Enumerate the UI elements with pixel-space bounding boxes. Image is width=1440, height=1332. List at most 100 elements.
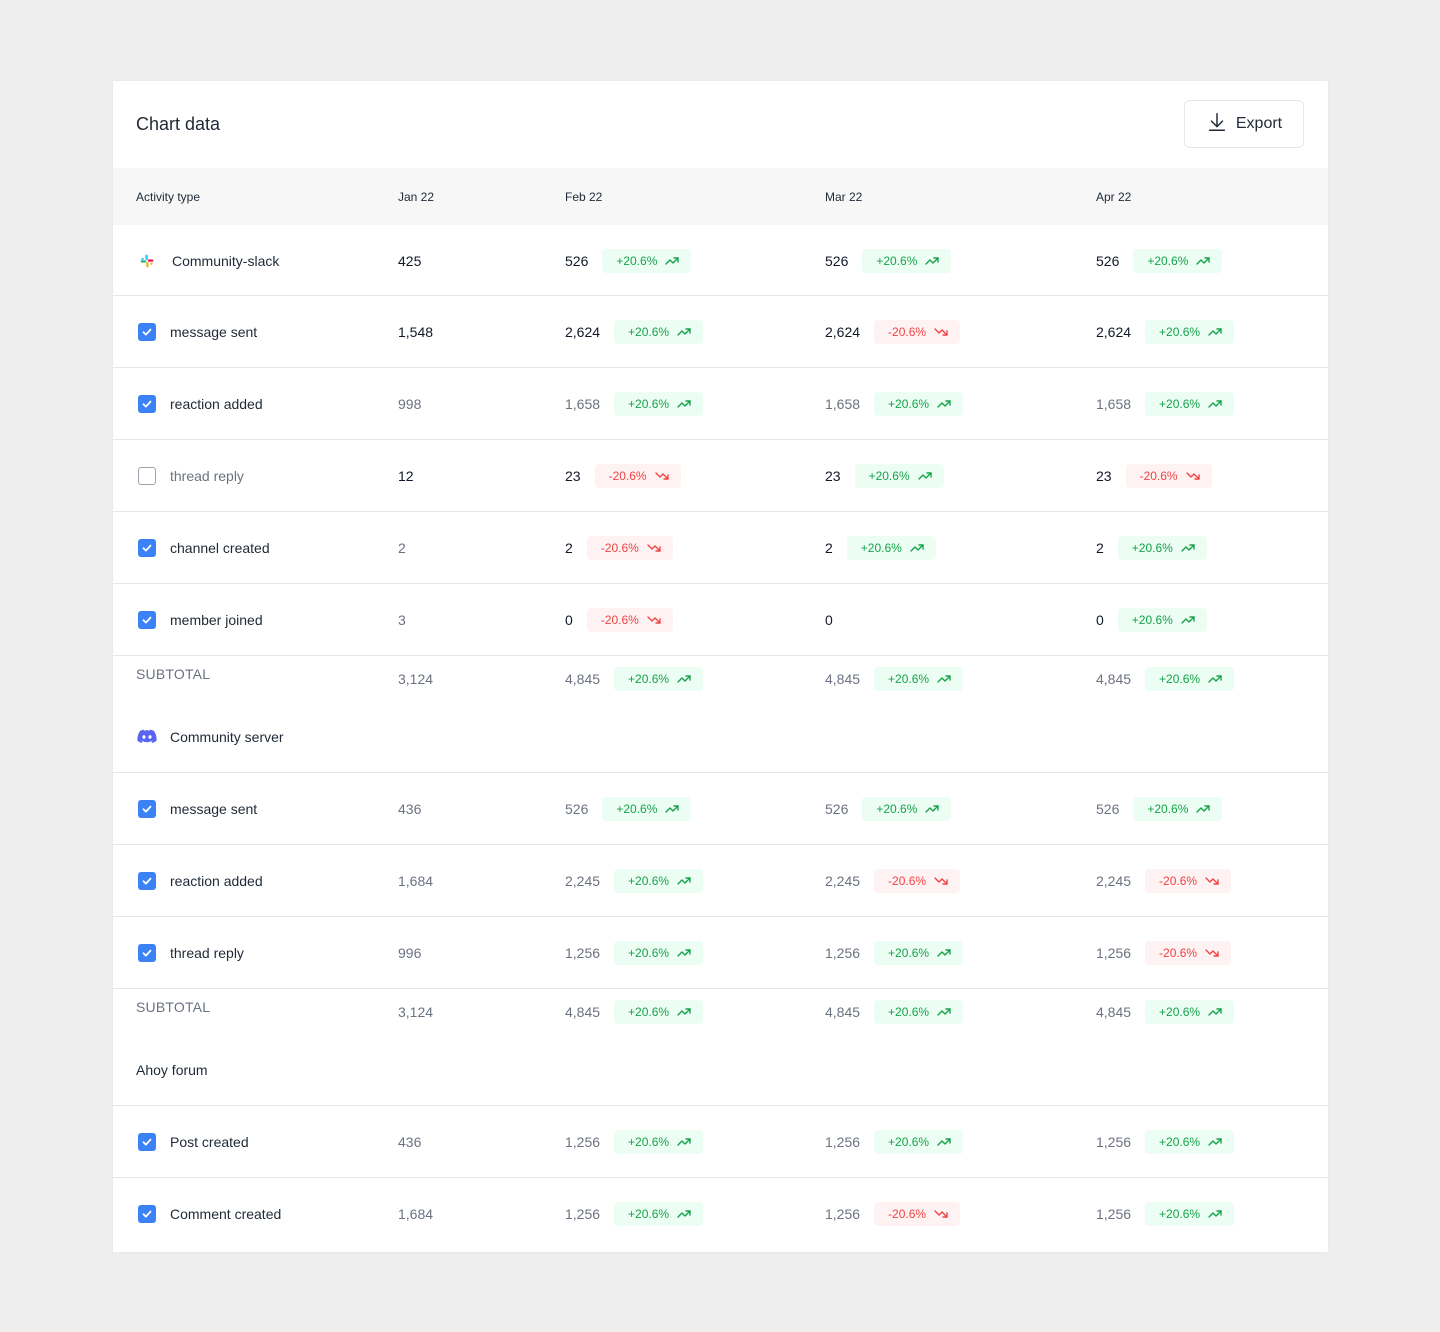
cell-mar: 0: [825, 584, 833, 655]
trend-up-icon: [1181, 543, 1195, 553]
trend-up-icon: [1208, 1007, 1222, 1017]
cell-jan: 1,548: [398, 296, 433, 367]
cell-jan: 2: [398, 512, 406, 583]
checkbox-checked[interactable]: [138, 394, 156, 413]
value-mar: 526: [825, 800, 849, 817]
cell-jan: 1,684: [398, 1178, 433, 1249]
change-value: +20.6%: [888, 672, 930, 686]
trend-up-icon: [1181, 615, 1195, 625]
trend-up-icon: [665, 256, 680, 266]
change-value: +20.6%: [888, 945, 930, 960]
activity-label[interactable]: member joined: [136, 610, 263, 629]
change-badge: +20.6%: [1117, 607, 1207, 632]
activity-label[interactable]: channel created: [136, 538, 270, 557]
trend-up-icon: [937, 399, 951, 409]
value-jan: 1,548: [398, 323, 434, 340]
change-value: +20.6%: [1131, 540, 1173, 555]
activity-name: thread reply: [170, 467, 244, 484]
cell-mar: 2,624 -20.6%: [825, 296, 961, 367]
activity-label[interactable]: thread reply: [136, 943, 244, 962]
checkbox-unchecked[interactable]: [138, 466, 156, 485]
group-label-cell: Community-slack: [136, 225, 279, 296]
value-apr: 4,845: [1096, 1004, 1132, 1020]
col-feb: Feb 22: [565, 189, 603, 204]
activity-label[interactable]: Comment created: [136, 1204, 282, 1223]
checkbox-checked[interactable]: [138, 322, 156, 341]
checkbox-checked[interactable]: [138, 610, 156, 629]
checkbox-checked[interactable]: [138, 1132, 156, 1151]
chart-data-card: Chart data Export Activity type Jan 22 F…: [113, 81, 1328, 1252]
trend-down-icon: [647, 615, 661, 625]
activity-label[interactable]: reaction added: [136, 394, 263, 413]
activity-name: Comment created: [170, 1205, 282, 1222]
change-badge: +20.6%: [614, 1129, 704, 1154]
activity-name: thread reply: [170, 944, 244, 961]
change-badge: -20.6%: [874, 319, 961, 344]
trend-up-icon: [677, 327, 691, 337]
activity-label[interactable]: message sent: [136, 322, 257, 341]
value-apr: 1,256: [1096, 1205, 1132, 1222]
cell-jan: 1,684: [398, 845, 433, 916]
checkbox-checked[interactable]: [138, 799, 156, 818]
activity-label[interactable]: thread reply: [136, 466, 244, 485]
trend-up-icon: [677, 674, 691, 684]
activity-label[interactable]: reaction added: [136, 871, 263, 890]
trend-down-icon: [934, 1209, 948, 1219]
checkbox-checked[interactable]: [138, 538, 156, 557]
change-badge: +20.6%: [1145, 1000, 1235, 1024]
value-feb: 1,256: [565, 1205, 601, 1222]
change-value: +20.6%: [1159, 396, 1201, 411]
trend-up-icon: [677, 1209, 691, 1219]
activity-name: channel created: [170, 539, 270, 556]
change-badge: -20.6%: [586, 607, 673, 632]
download-icon: [1206, 111, 1228, 138]
checkbox-checked[interactable]: [138, 871, 156, 890]
change-badge: +20.6%: [614, 667, 704, 691]
trend-down-icon: [1205, 876, 1219, 886]
change-badge: +20.6%: [614, 940, 704, 965]
trend-up-icon: [925, 804, 940, 814]
change-badge: -20.6%: [594, 463, 681, 488]
checkbox-checked[interactable]: [138, 1204, 156, 1223]
value-mar: 1,658: [825, 395, 861, 412]
value-feb: 4,845: [565, 1004, 601, 1020]
activity-cell: member joined: [136, 584, 263, 655]
cell-mar: 1,256 -20.6%: [825, 1178, 961, 1249]
cell-apr: 2 +20.6%: [1096, 512, 1207, 583]
cell-mar: 1,256 +20.6%: [825, 1106, 964, 1177]
cell-feb: 526 +20.6%: [565, 225, 692, 296]
table-row: Post created 436 1,256 +20.6% 1,256 +20.6% 1,2…: [113, 1106, 1328, 1178]
value-mar: 23: [825, 467, 841, 484]
change-value: +20.6%: [1147, 253, 1189, 268]
change-badge: +20.6%: [614, 1000, 704, 1024]
value-feb: 1,256: [565, 944, 601, 961]
cell-apr: 1,256 -20.6%: [1096, 917, 1232, 988]
value-feb: 0: [565, 611, 573, 628]
value-jan: 996: [398, 944, 422, 961]
cell-apr: 1,658 +20.6%: [1096, 368, 1235, 439]
change-badge: +20.6%: [1117, 535, 1207, 560]
change-badge: +20.6%: [614, 391, 704, 416]
value-jan: 3,124: [398, 671, 434, 687]
group-label-cell: Community server: [136, 702, 284, 772]
cell-jan: 998: [398, 368, 421, 439]
change-value: +20.6%: [628, 945, 670, 960]
cell-jan: 3,124: [398, 999, 433, 1025]
activity-label[interactable]: message sent: [136, 799, 257, 818]
export-button[interactable]: Export: [1184, 100, 1304, 148]
change-badge: +20.6%: [1133, 796, 1223, 821]
checkbox-checked[interactable]: [138, 943, 156, 962]
group-row: Community-slack 425 526 +20.6% 526 +20.6% 526 +…: [113, 225, 1328, 296]
value-mar: 4,845: [825, 671, 861, 687]
change-value: -20.6%: [888, 873, 927, 888]
activity-label[interactable]: Post created: [136, 1132, 249, 1151]
value-feb: 526: [565, 252, 589, 269]
change-badge: +20.6%: [854, 463, 944, 488]
table-row: thread reply 12 23 -20.6% 23 +20.6% 23 -20.6%: [113, 440, 1328, 512]
value-jan: 1,684: [398, 872, 434, 889]
change-value: +20.6%: [888, 396, 930, 411]
cell-apr: 1,256 +20.6%: [1096, 1106, 1235, 1177]
trend-up-icon: [1208, 327, 1222, 337]
change-badge: +20.6%: [1145, 1129, 1235, 1154]
cell-mar: 526 +20.6%: [825, 225, 952, 296]
